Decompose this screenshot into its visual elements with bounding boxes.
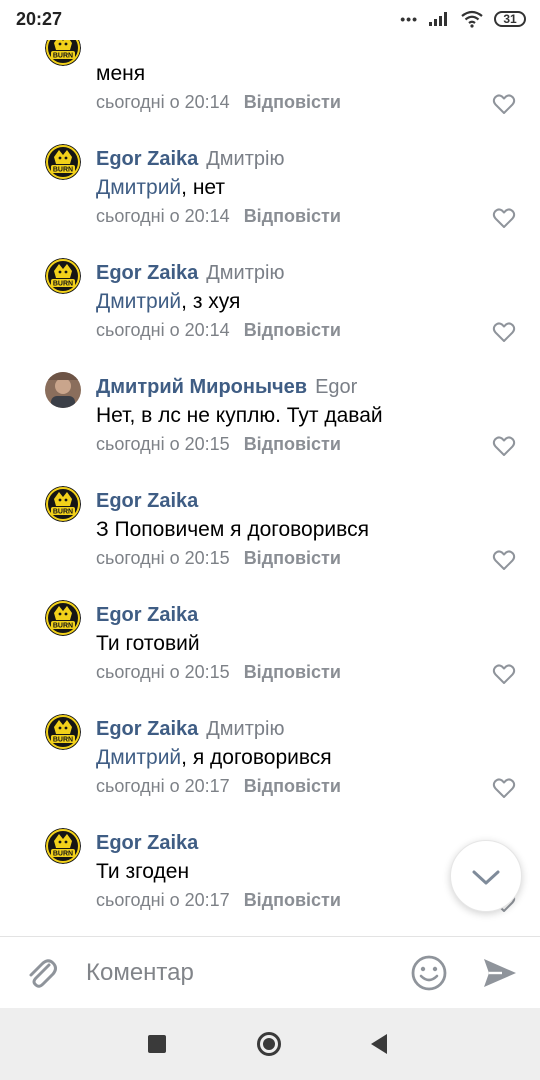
status-icons: ••• 31 <box>400 8 526 30</box>
comment-author-line: Egor Zaika Дмитрію <box>96 262 284 285</box>
signal-icon <box>429 12 447 26</box>
comment-item: BURN Egor Zaika Ти готовий сьогодні о 20:15… <box>0 514 540 684</box>
status-time: 20:27 <box>16 9 63 29</box>
status-bar: 20:27 ••• 31 <box>0 0 540 40</box>
system-nav-bar <box>0 1008 540 1080</box>
notification-dots-icon: ••• <box>400 11 418 27</box>
back-button[interactable] <box>369 1033 389 1055</box>
reply-to-name[interactable]: Дмитрію <box>206 718 284 740</box>
comment-author-line: Egor Zaika <box>96 490 198 513</box>
comment-author-line: Дмитрий Миронычев Egor <box>96 376 357 399</box>
comment-author[interactable]: Egor Zaika <box>96 490 198 512</box>
scroll-down-button[interactable] <box>450 840 522 912</box>
comment-input[interactable]: Коментар <box>86 959 194 987</box>
comment-item: BURN Egor Zaika Дмитрію Дмитрий, з хуя сього… <box>0 172 540 342</box>
home-button[interactable] <box>257 1032 281 1056</box>
comment-author[interactable]: Дмитрий Миронычев <box>96 376 307 398</box>
comment-author-line: Egor Zaika Дмитрію <box>96 718 284 741</box>
send-icon[interactable] <box>480 953 520 993</box>
battery-icon: 31 <box>494 11 526 27</box>
home-dot-icon <box>263 1038 275 1050</box>
comment-item: Дмитрий Миронычев Egor Нет, в лс не куплю.… <box>0 286 540 456</box>
comment-item: BURN меня сьогодні о 20:14 Відповісти <box>0 40 540 114</box>
comment-item: BURN Egor Zaika Дмитрію Дмитрий, я договори… <box>0 628 540 798</box>
comment-author[interactable]: Egor Zaika <box>96 604 198 626</box>
reply-to-name[interactable]: Дмитрію <box>206 262 284 284</box>
emoji-icon[interactable] <box>409 953 449 993</box>
chevron-down-icon <box>472 870 500 885</box>
attach-icon[interactable] <box>22 953 62 993</box>
comment-author[interactable]: Egor Zaika <box>96 718 198 740</box>
comment-author[interactable]: Egor Zaika <box>96 832 198 854</box>
comment-feed[interactable]: BURN меня сьогодні о 20:14 Відповісти BURN Eg… <box>0 40 540 936</box>
comment-item: BURN Egor Zaika З Поповичем я договорився с… <box>0 400 540 570</box>
reply-to-name[interactable]: Egor <box>315 376 357 398</box>
recents-button[interactable] <box>148 1035 166 1053</box>
comment-author-line: Egor Zaika Дмитрію <box>96 148 284 171</box>
comment-author[interactable]: Egor Zaika <box>96 148 198 170</box>
comment-author-line: Egor Zaika <box>96 604 198 627</box>
comment-author[interactable]: Egor Zaika <box>96 262 198 284</box>
wifi-icon <box>461 10 483 28</box>
comment-author-line: Egor Zaika <box>96 832 198 855</box>
reply-to-name[interactable]: Дмитрію <box>206 148 284 170</box>
comment-composer: Коментар <box>0 936 540 1008</box>
comment-item: BURN Egor Zaika Ти згоден сьогодні о 20:17 В… <box>0 742 540 912</box>
comment-item: BURN Egor Zaika Дмитрію Дмитрий, нет сьогодн… <box>0 58 540 228</box>
